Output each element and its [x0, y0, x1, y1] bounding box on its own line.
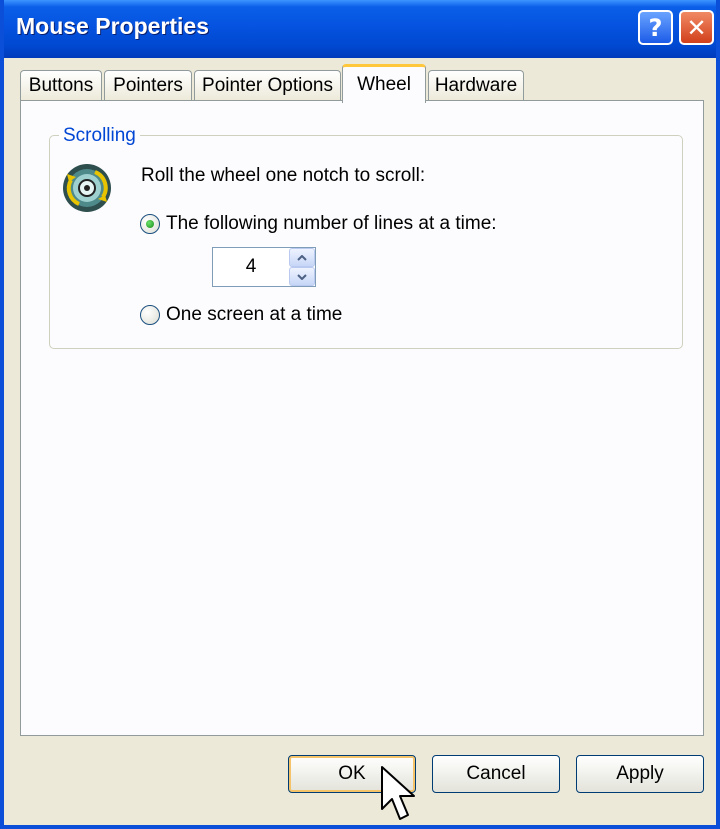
radio-selected-dot: [146, 220, 154, 228]
tab-pointers[interactable]: Pointers: [104, 70, 192, 101]
radio-button[interactable]: [140, 214, 160, 234]
tab-hardware[interactable]: Hardware: [428, 70, 524, 101]
chevron-down-icon: [297, 273, 307, 280]
tab-buttons[interactable]: Buttons: [20, 70, 102, 101]
chevron-up-icon: [297, 254, 307, 261]
one-screen-label: One screen at a time: [166, 304, 343, 325]
mouse-properties-window: Mouse Properties ? ✕ Buttons Pointers Po…: [0, 0, 720, 829]
lines-at-a-time-label: The following number of lines at a time:: [166, 213, 497, 234]
tab-pointer-options[interactable]: Pointer Options: [194, 70, 341, 101]
lines-value[interactable]: 4: [213, 248, 289, 286]
radio-button[interactable]: [140, 305, 160, 325]
one-screen-radio[interactable]: One screen at a time: [140, 304, 342, 326]
mouse-cursor-icon: [381, 766, 415, 820]
scroll-prompt-label: Roll the wheel one notch to scroll:: [141, 165, 426, 186]
spin-up-button[interactable]: [289, 248, 315, 267]
lines-at-a-time-radio[interactable]: The following number of lines at a time:: [140, 213, 497, 235]
close-button[interactable]: ✕: [679, 10, 714, 45]
wheel-tab-panel: Scrolling Roll the wheel one notch to sc…: [20, 100, 704, 736]
tab-wheel[interactable]: Wheel: [342, 64, 426, 103]
cancel-button[interactable]: Cancel: [432, 755, 560, 793]
lines-spinner[interactable]: 4: [212, 247, 316, 287]
spin-down-button[interactable]: [289, 267, 315, 286]
help-button[interactable]: ?: [638, 10, 673, 45]
mouse-wheel-icon: [63, 164, 111, 212]
apply-button[interactable]: Apply: [576, 755, 704, 793]
scrolling-legend: Scrolling: [59, 125, 140, 147]
title-bar[interactable]: Mouse Properties ? ✕: [4, 0, 716, 58]
window-title: Mouse Properties: [16, 13, 209, 39]
